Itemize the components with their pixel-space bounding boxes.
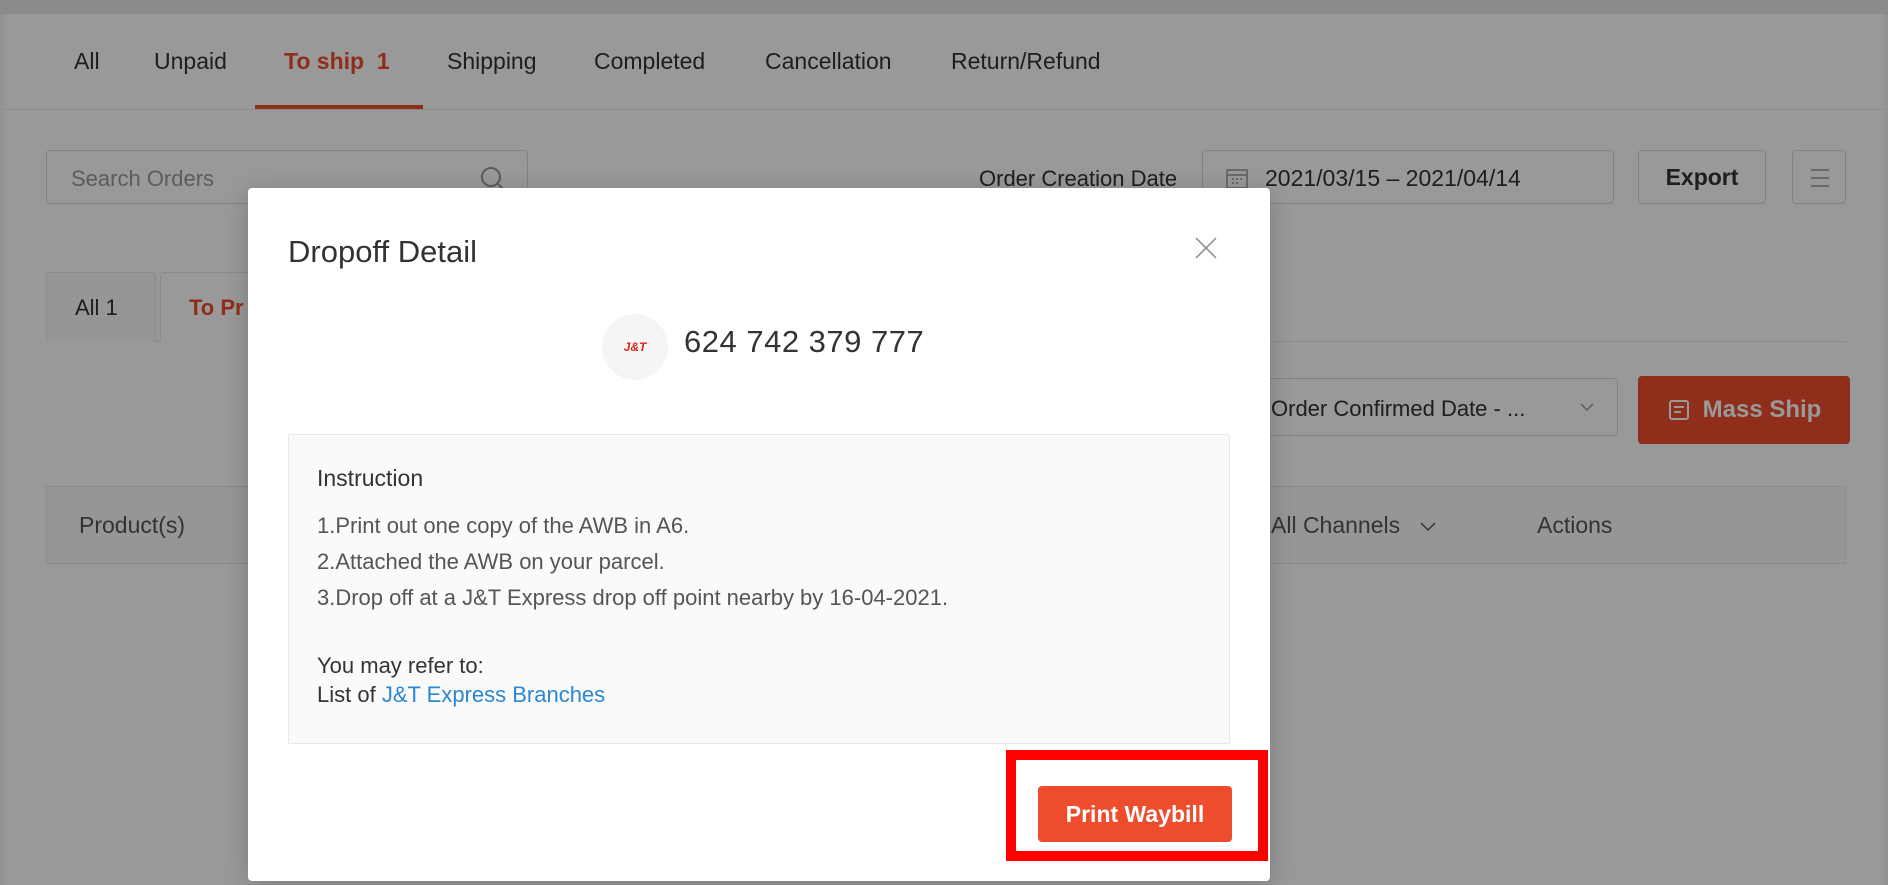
modal-title: Dropoff Detail xyxy=(288,234,477,269)
instruction-step-2: 2.Attached the AWB on your parcel. xyxy=(317,549,665,574)
list-prefix: List of xyxy=(317,682,382,707)
branches-line: List of J&T Express Branches xyxy=(317,680,605,709)
refer-section: You may refer to: List of J&T Express Br… xyxy=(317,651,605,709)
close-icon[interactable] xyxy=(1194,236,1218,260)
instruction-step-1: 1.Print out one copy of the AWB in A6. xyxy=(317,513,690,538)
highlight-box xyxy=(1006,750,1268,861)
tracking-number: 624 742 379 777 xyxy=(684,324,925,359)
instruction-title: Instruction xyxy=(317,465,424,491)
instruction-step-3: 3.Drop off at a J&T Express drop off poi… xyxy=(317,585,949,610)
instruction-box: Instruction 1.Print out one copy of the … xyxy=(288,434,1230,744)
branches-link[interactable]: J&T Express Branches xyxy=(382,682,605,707)
jt-express-logo: J&T xyxy=(602,314,668,380)
refer-text: You may refer to: xyxy=(317,653,484,678)
logo-text: J&T xyxy=(623,340,647,354)
